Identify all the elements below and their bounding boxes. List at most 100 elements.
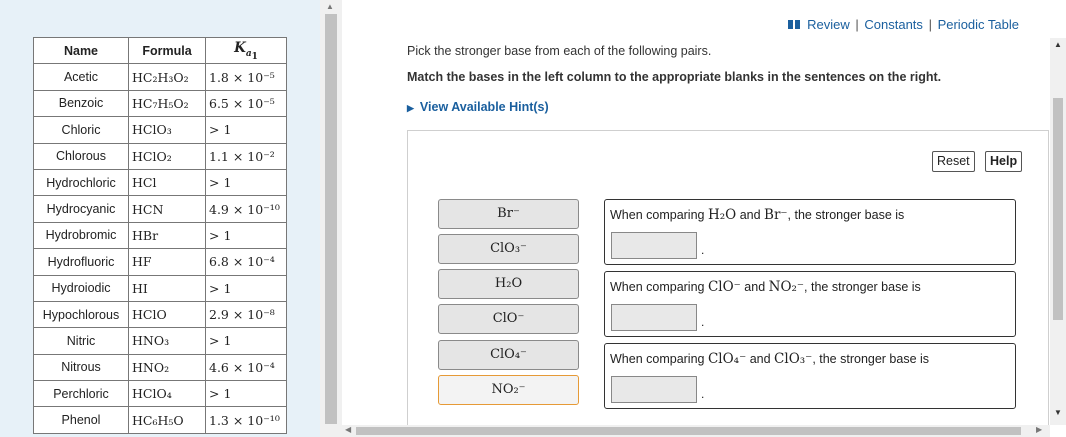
- top-nav: Review | Constants | Periodic Table: [787, 17, 1019, 32]
- table-row: Hydrocyanic HCN 4.9 × 10⁻¹⁰: [33, 195, 287, 223]
- acid-formula: HC₂H₃O₂: [128, 63, 206, 91]
- acid-formula: HCl: [128, 168, 206, 197]
- acid-ka: 6.8 × 10⁻⁴: [205, 248, 287, 276]
- sentence-fragment: , the stronger base is: [812, 352, 930, 366]
- left-panel-scrollbar[interactable]: ▲: [320, 0, 342, 437]
- answer-drop-target[interactable]: [611, 376, 697, 403]
- acid-ka: 6.5 × 10⁻⁵: [205, 89, 287, 118]
- acid-ka: 1.3 × 10⁻¹⁰: [205, 406, 287, 434]
- acid-ka: 4.6 × 10⁻⁴: [205, 353, 287, 382]
- chemical-formula: ClO⁻: [707, 279, 741, 295]
- scroll-up-arrow-icon[interactable]: ▲: [326, 2, 334, 11]
- sentence-text: When comparing H₂O and Br⁻, the stronger…: [610, 207, 904, 223]
- acid-ka: > 1: [205, 327, 287, 355]
- acid-ka: 1.8 × 10⁻⁵: [205, 63, 287, 91]
- table-row: Acetic HC₂H₃O₂ 1.8 × 10⁻⁵: [33, 63, 287, 91]
- acid-formula: HI: [128, 274, 206, 302]
- scroll-left-arrow-icon[interactable]: ◀: [345, 425, 351, 434]
- header-name: Name: [33, 36, 129, 65]
- table-row: Perchloric HClO₄ > 1: [33, 380, 287, 408]
- acid-ka: 4.9 × 10⁻¹⁰: [205, 195, 287, 223]
- scroll-up-arrow-icon[interactable]: ▲: [1054, 40, 1062, 49]
- caret-right-icon: ▶: [407, 103, 414, 113]
- acid-name: Hydrochloric: [33, 168, 129, 197]
- header-formula: Formula: [128, 36, 206, 65]
- acid-ka: > 1: [205, 380, 287, 408]
- table-row: Nitric HNO₃ > 1: [33, 327, 287, 355]
- scroll-down-arrow-icon[interactable]: ▼: [1054, 408, 1062, 417]
- header-ka: Ka1: [205, 36, 287, 65]
- acid-table-panel: Name Formula Ka1 Acetic HC₂H₃O₂ 1.8 × 10⁻⁵…: [0, 0, 320, 437]
- chemical-formula: ClO₃⁻: [774, 351, 813, 367]
- scrollbar-thumb[interactable]: [1053, 98, 1063, 320]
- scrollbar-thumb[interactable]: [325, 14, 337, 424]
- acid-ka: > 1: [205, 168, 287, 197]
- acid-name: Chlorous: [33, 142, 129, 170]
- acid-name: Acetic: [33, 63, 129, 91]
- answer-drop-target[interactable]: [611, 232, 697, 259]
- horizontal-scrollbar[interactable]: ◀ ▶: [342, 425, 1050, 437]
- table-row: Phenol HC₆H₅O 1.3 × 10⁻¹⁰: [33, 406, 287, 434]
- acid-table: Name Formula Ka1 Acetic HC₂H₃O₂ 1.8 × 10⁻⁵…: [33, 36, 287, 434]
- view-hints-link[interactable]: ▶ View Available Hint(s): [407, 100, 549, 114]
- chemical-formula: H₂O: [707, 207, 737, 223]
- answer-chip[interactable]: ClO⁻: [438, 304, 579, 334]
- reset-button[interactable]: Reset: [932, 151, 975, 172]
- scrollbar-thumb[interactable]: [356, 427, 1021, 435]
- sentence-text: When comparing ClO₄⁻ and ClO₃⁻, the stro…: [610, 351, 929, 367]
- table-row: Hydrofluoric HF 6.8 × 10⁻⁴: [33, 248, 287, 276]
- acid-name: Hydrofluoric: [33, 248, 129, 276]
- answer-drop-target[interactable]: [611, 304, 697, 331]
- sentence-fragment: When comparing: [610, 280, 708, 294]
- acid-formula: HC₇H₅O₂: [128, 89, 206, 118]
- chemical-formula: ClO₄⁻: [707, 351, 747, 367]
- acid-name: Benzoic: [33, 89, 129, 118]
- question-directions: Match the bases in the left column to th…: [407, 70, 942, 84]
- help-button[interactable]: Help: [985, 151, 1023, 172]
- answer-chip[interactable]: Br⁻: [438, 199, 579, 229]
- table-row: Nitrous HNO₂ 4.6 × 10⁻⁴: [33, 353, 287, 382]
- table-row: Benzoic HC₇H₅O₂ 6.5 × 10⁻⁵: [33, 89, 287, 118]
- chemical-formula: Br⁻: [764, 207, 788, 223]
- hint-label: View Available Hint(s): [419, 100, 549, 114]
- sentence-text: When comparing ClO⁻ and NO₂⁻, the strong…: [610, 279, 921, 295]
- table-header-row: Name Formula Ka1: [33, 36, 287, 65]
- sentence-box: When comparing ClO⁻ and NO₂⁻, the strong…: [604, 271, 1016, 337]
- periodic-table-link[interactable]: Periodic Table: [938, 17, 1019, 32]
- review-link[interactable]: Review: [807, 17, 850, 32]
- acid-name: Perchloric: [33, 380, 129, 408]
- sentence-fragment: , the stronger base is: [804, 280, 921, 294]
- table-row: Hydrobromic HBr > 1: [33, 221, 287, 250]
- sentence-period: .: [701, 243, 705, 257]
- acid-formula: HF: [128, 248, 206, 276]
- sentence-period: .: [701, 315, 705, 329]
- acid-formula: HClO₄: [128, 380, 206, 408]
- sentence-fragment: and: [746, 352, 775, 366]
- constants-link[interactable]: Constants: [864, 17, 923, 32]
- sentence-fragment: , the stronger base is: [787, 208, 905, 222]
- chemical-formula: NO₂⁻: [768, 279, 805, 295]
- acid-formula: HCN: [128, 195, 206, 223]
- acid-formula: HClO₂: [128, 142, 206, 170]
- answer-chip[interactable]: ClO₄⁻: [438, 340, 579, 370]
- answer-chip[interactable]: ClO₃⁻: [438, 234, 579, 264]
- acid-ka: 1.1 × 10⁻²: [205, 142, 287, 170]
- sentence-period: .: [701, 387, 705, 401]
- acid-formula: HClO: [128, 300, 206, 329]
- scroll-right-arrow-icon[interactable]: ▶: [1036, 425, 1042, 434]
- sentence-fragment: and: [740, 280, 769, 294]
- nav-separator: |: [855, 17, 859, 32]
- table-row: Chlorous HClO₂ 1.1 × 10⁻²: [33, 142, 287, 170]
- answer-chip[interactable]: NO₂⁻: [438, 375, 579, 405]
- table-row: Hypochlorous HClO 2.9 × 10⁻⁸: [33, 300, 287, 329]
- acid-formula: HClO₃: [128, 116, 206, 144]
- table-row: Hydroiodic HI > 1: [33, 274, 287, 302]
- answer-chip[interactable]: H₂O: [438, 269, 579, 299]
- acid-name: Nitrous: [33, 353, 129, 382]
- acid-name: Hydrocyanic: [33, 195, 129, 223]
- acid-name: Phenol: [33, 406, 129, 434]
- right-scrollbar[interactable]: ▲ ▼: [1050, 38, 1066, 425]
- acid-name: Chloric: [33, 116, 129, 144]
- acid-ka: > 1: [205, 274, 287, 302]
- table-row: Hydrochloric HCl > 1: [33, 168, 287, 197]
